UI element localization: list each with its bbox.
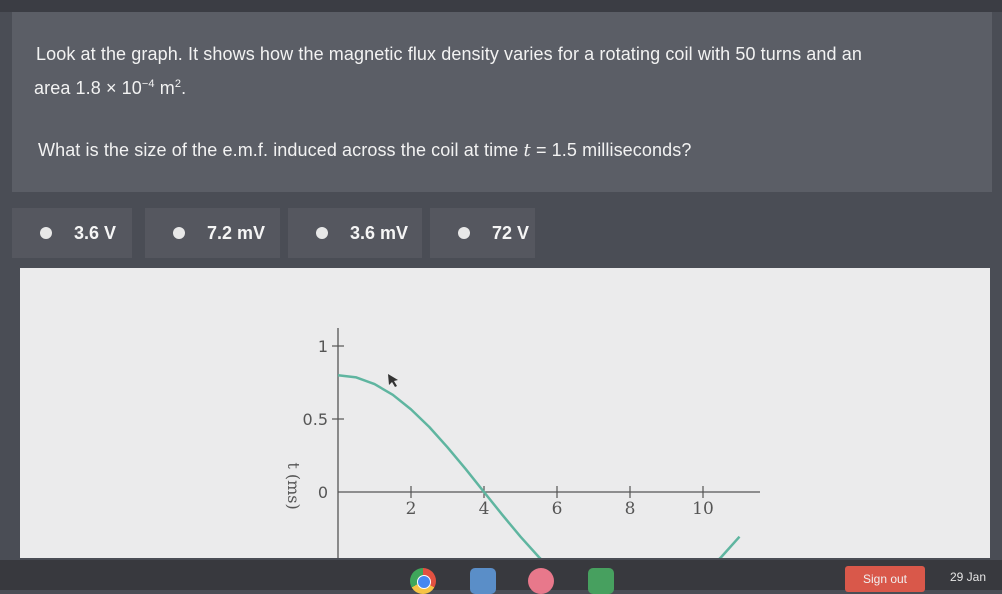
series-group bbox=[337, 373, 741, 558]
q2-unit: m bbox=[154, 78, 175, 98]
y-tick-label: 0 bbox=[318, 483, 328, 502]
q3-suffix: = 1.5 milliseconds? bbox=[530, 140, 692, 160]
q2-exp1: −4 bbox=[141, 78, 155, 90]
taskbar: Sign out 29 Jan bbox=[0, 560, 1002, 594]
x-tick-label: 10 bbox=[692, 499, 714, 519]
x-tick-label: 6 bbox=[552, 499, 563, 519]
q2-suffix: . bbox=[181, 78, 187, 98]
answer-option-2[interactable]: 7.2 mV bbox=[145, 208, 280, 258]
y-axis-label: t (ms) bbox=[284, 462, 303, 509]
option-dot-icon bbox=[173, 227, 185, 239]
option-dot-icon bbox=[458, 227, 470, 239]
answer-option-1[interactable]: 3.6 V bbox=[12, 208, 132, 258]
app-icon[interactable] bbox=[528, 568, 554, 594]
top-strip bbox=[0, 0, 1002, 12]
answer-option-4[interactable]: 72 V bbox=[430, 208, 535, 258]
x-tick-label: 4 bbox=[479, 499, 490, 519]
option-dot-icon bbox=[316, 227, 328, 239]
app-icon[interactable] bbox=[588, 568, 614, 594]
y-tick-label: 0.5 bbox=[303, 410, 328, 429]
question-panel: Look at the graph. It shows how the magn… bbox=[12, 12, 992, 192]
y-tick-label: 1 bbox=[318, 337, 328, 356]
question-line-1: Look at the graph. It shows how the magn… bbox=[36, 44, 862, 64]
series-line bbox=[337, 373, 741, 558]
date-label: 29 Jan bbox=[950, 570, 987, 584]
option-label: 3.6 V bbox=[74, 222, 117, 243]
q2-prefix: area 1.8 × 10 bbox=[34, 78, 142, 98]
option-label: 3.6 mV bbox=[350, 222, 409, 243]
sign-out-button[interactable]: Sign out bbox=[845, 566, 925, 592]
option-label: 7.2 mV bbox=[207, 222, 266, 243]
x-tick-label: 8 bbox=[625, 499, 636, 519]
question-line-3: What is the size of the e.m.f. induced a… bbox=[38, 140, 691, 161]
x-tick-label: 2 bbox=[406, 499, 417, 519]
option-dot-icon bbox=[40, 227, 52, 239]
graph-panel: t (ms) 1 0.5 0 2 4 6 8 10 bbox=[20, 268, 990, 558]
option-label: 72 V bbox=[492, 222, 530, 243]
app-icon[interactable] bbox=[470, 568, 496, 594]
cursor-arrow-icon bbox=[388, 374, 398, 387]
flux-graph: t (ms) 1 0.5 0 2 4 6 8 10 bbox=[284, 328, 760, 558]
q3-prefix: What is the size of the e.m.f. induced a… bbox=[38, 140, 524, 160]
answer-option-3[interactable]: 3.6 mV bbox=[288, 208, 422, 258]
q3-var: t bbox=[523, 140, 531, 161]
chrome-icon[interactable] bbox=[410, 568, 436, 594]
question-line-2: area 1.8 × 10−4 m2. bbox=[34, 78, 186, 99]
